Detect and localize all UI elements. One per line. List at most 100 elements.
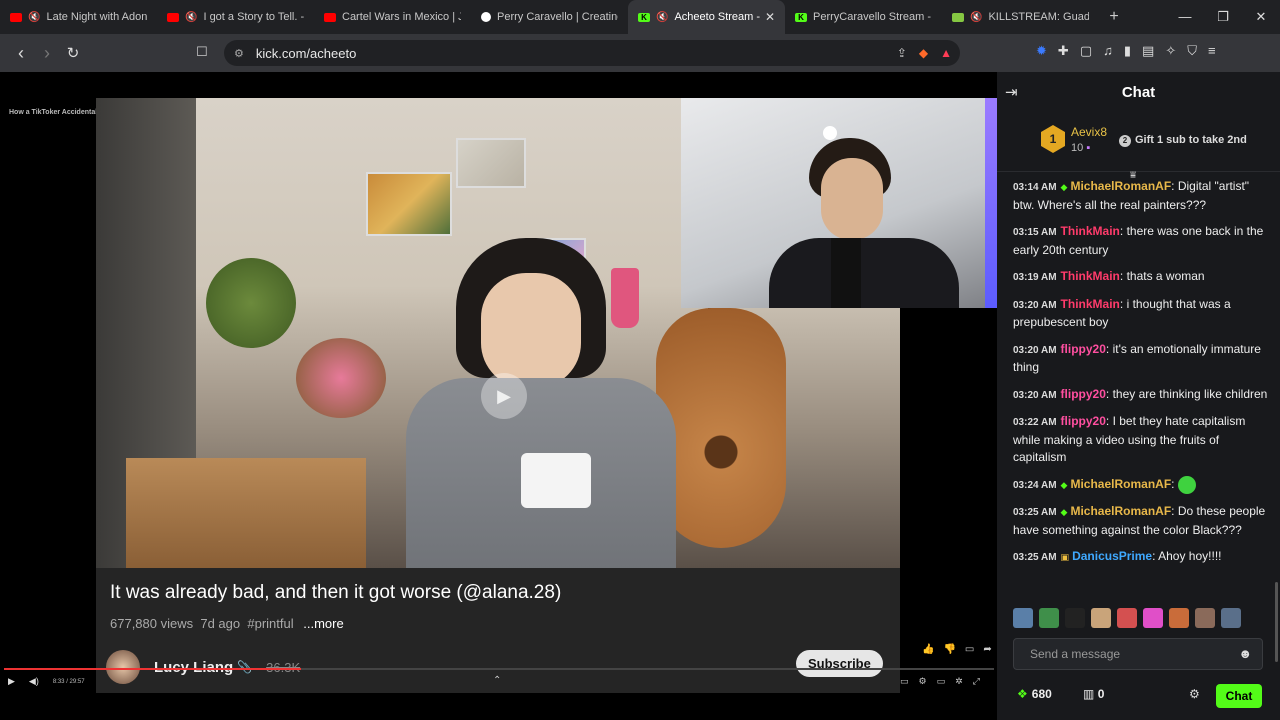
message-username[interactable]: flippy20	[1061, 342, 1106, 356]
tab-3[interactable]: Perry Caravello | Creating	[471, 0, 628, 34]
progress-bar[interactable]	[4, 668, 994, 670]
emote-7-icon[interactable]	[1195, 608, 1215, 628]
new-tab-icon[interactable]: +	[1099, 8, 1129, 26]
hashtag[interactable]: #printful	[247, 616, 293, 631]
message-username[interactable]: flippy20	[1061, 414, 1106, 428]
close-window-icon[interactable]: ✕	[1242, 0, 1280, 34]
extension-icon[interactable]: ✹	[1036, 43, 1047, 59]
comment-icon[interactable]: ▭	[965, 644, 974, 655]
message-username[interactable]: MichaelRomanAF	[1070, 477, 1171, 491]
play-button-icon[interactable]: ▶	[8, 676, 15, 687]
tab-1[interactable]: 🔇 I got a Story to Tell. - Y	[157, 0, 314, 34]
chat-input[interactable]	[1014, 639, 1234, 669]
url-text[interactable]: kick.com/acheeto	[256, 46, 356, 61]
avatar[interactable]	[106, 650, 140, 684]
chat-settings-icon[interactable]: ⚙	[1189, 687, 1200, 701]
address-bar[interactable]: ⚙ kick.com/acheeto ⇪ ◆ ▲	[224, 40, 960, 66]
captions-icon[interactable]: ▭	[900, 676, 909, 687]
message-timestamp: 03:24 AM	[1013, 479, 1057, 491]
message-timestamp: 03:19 AM	[1013, 272, 1057, 283]
emote-8-icon[interactable]	[1221, 608, 1241, 628]
emoji-icon[interactable]: ☻	[1238, 646, 1252, 661]
message-username[interactable]: DanicusPrime	[1072, 549, 1152, 563]
reload-icon[interactable]: ↻	[60, 44, 86, 62]
message-username[interactable]: ThinkMain	[1061, 224, 1120, 238]
message-username[interactable]: MichaelRomanAF	[1070, 179, 1171, 193]
brave-shield-icon[interactable]: ◆	[919, 46, 928, 60]
message-username[interactable]: MichaelRomanAF	[1070, 504, 1171, 518]
video-player[interactable]: How a TikToker Accidentally Ruined Her C…	[0, 72, 997, 720]
muted-icon[interactable]: 🔇	[185, 12, 197, 23]
play-icon[interactable]: ▶	[481, 373, 527, 419]
chat-message: 03:15 AM ThinkMain: there was one back in…	[1013, 223, 1271, 259]
back-icon[interactable]: ‹	[8, 43, 34, 64]
video-actions: 👍 👎 ▭ ➦	[922, 644, 992, 655]
flowers	[296, 338, 386, 418]
message-username[interactable]: ThinkMain	[1061, 297, 1120, 311]
media-icon[interactable]: ♫	[1103, 43, 1113, 59]
chat-message: 03:24 AM ◆ MichaelRomanAF:	[1013, 475, 1271, 495]
forward-icon[interactable]: ›	[34, 43, 60, 64]
muted-icon[interactable]: 🔇	[28, 12, 40, 23]
site-info-icon[interactable]: ⚙	[234, 47, 244, 60]
send-chat-button[interactable]: Chat	[1216, 684, 1262, 708]
chat-input-box[interactable]: ☻	[1013, 638, 1263, 670]
chat-scrollbar[interactable]	[1275, 582, 1278, 662]
subscribe-button[interactable]: Subscribe	[796, 650, 883, 677]
menu-icon[interactable]: ≡	[1208, 43, 1216, 59]
message-timestamp: 03:20 AM	[1013, 389, 1057, 401]
leo-icon[interactable]: ✧	[1165, 43, 1176, 59]
puzzle-icon[interactable]: ✚	[1058, 43, 1069, 59]
gift-sub-button[interactable]: 2 Gift 1 sub to take 2nd	[1119, 134, 1247, 147]
vpn-icon[interactable]: ⛉	[1187, 43, 1197, 59]
gift-count-icon: 2	[1119, 135, 1131, 147]
brave-rewards-icon[interactable]: ▲	[940, 46, 952, 60]
share-arrow-icon[interactable]: ➦	[983, 644, 991, 655]
gifter-name[interactable]: Aevix8	[1071, 125, 1107, 139]
message-username[interactable]: ThinkMain	[1061, 269, 1120, 283]
tab-0[interactable]: 🔇 Late Night with Adone	[0, 0, 157, 34]
emote-bar	[1013, 608, 1241, 628]
dislike-icon[interactable]: 👎	[943, 644, 955, 655]
youtube-icon	[10, 12, 22, 22]
emote-3-icon[interactable]	[1091, 608, 1111, 628]
share-icon[interactable]: ⇪	[897, 46, 907, 60]
volume-icon[interactable]: ◀)	[29, 676, 39, 687]
muted-icon[interactable]: 🔇	[970, 12, 982, 23]
theater-icon[interactable]: ▭	[937, 676, 946, 687]
youtube-icon	[167, 12, 179, 22]
muted-icon[interactable]: 🔇	[656, 12, 668, 23]
chat-messages: 03:14 AM ◆ MichaelRomanAF: Digital "artist…	[1013, 178, 1271, 576]
emote-5-icon[interactable]	[1143, 608, 1163, 628]
settings-icon[interactable]: ⚙	[919, 676, 927, 687]
sidebar-icon[interactable]: ▮	[1124, 43, 1131, 59]
minimize-icon[interactable]: —	[1166, 0, 1204, 34]
fullscreen-icon[interactable]: ⤢	[973, 676, 980, 687]
emote-2-icon[interactable]	[1065, 608, 1085, 628]
tab-5[interactable]: K PerryCaravello Stream - W	[785, 0, 942, 34]
more-link[interactable]: ...more	[303, 616, 343, 631]
tab-6[interactable]: 🔇 KILLSTREAM: Guadalaj	[942, 0, 1099, 34]
emote-4-icon[interactable]	[1117, 608, 1137, 628]
wallet-icon[interactable]: ▤	[1142, 43, 1154, 59]
close-tab-icon[interactable]: ✕	[765, 10, 775, 24]
screenshot-icon[interactable]: ▢	[1080, 43, 1092, 59]
message-username[interactable]: flippy20	[1061, 387, 1106, 401]
chevron-up-icon[interactable]: ⌃	[493, 675, 501, 686]
rank-badge: 1	[1041, 125, 1065, 153]
bookmark-icon[interactable]: ☐	[196, 44, 208, 60]
settings-gear-icon[interactable]: ✲	[955, 676, 963, 687]
channel-points[interactable]: ❖ 680	[1017, 687, 1052, 701]
like-icon[interactable]: 👍	[922, 644, 934, 655]
tab-4[interactable]: K 🔇 Acheeto Stream - Y ✕	[628, 0, 785, 34]
maximize-icon[interactable]: ❐	[1204, 0, 1242, 34]
channel-name[interactable]: Lucy Liang	[154, 659, 233, 676]
emote-6-icon[interactable]	[1169, 608, 1189, 628]
gifts-counter[interactable]: ▥ 0	[1083, 687, 1104, 701]
tab-label: I got a Story to Tell. - Y	[203, 11, 304, 23]
youtube-icon	[324, 12, 336, 22]
tab-2[interactable]: Cartel Wars in Mexico | JF	[314, 0, 471, 34]
emote-0-icon[interactable]	[1013, 608, 1033, 628]
browser-toolbar: ‹ › ↻ ☐ ⚙ kick.com/acheeto ⇪ ◆ ▲ ✹ ✚ ▢ ♫…	[0, 34, 1280, 72]
emote-1-icon[interactable]	[1039, 608, 1059, 628]
